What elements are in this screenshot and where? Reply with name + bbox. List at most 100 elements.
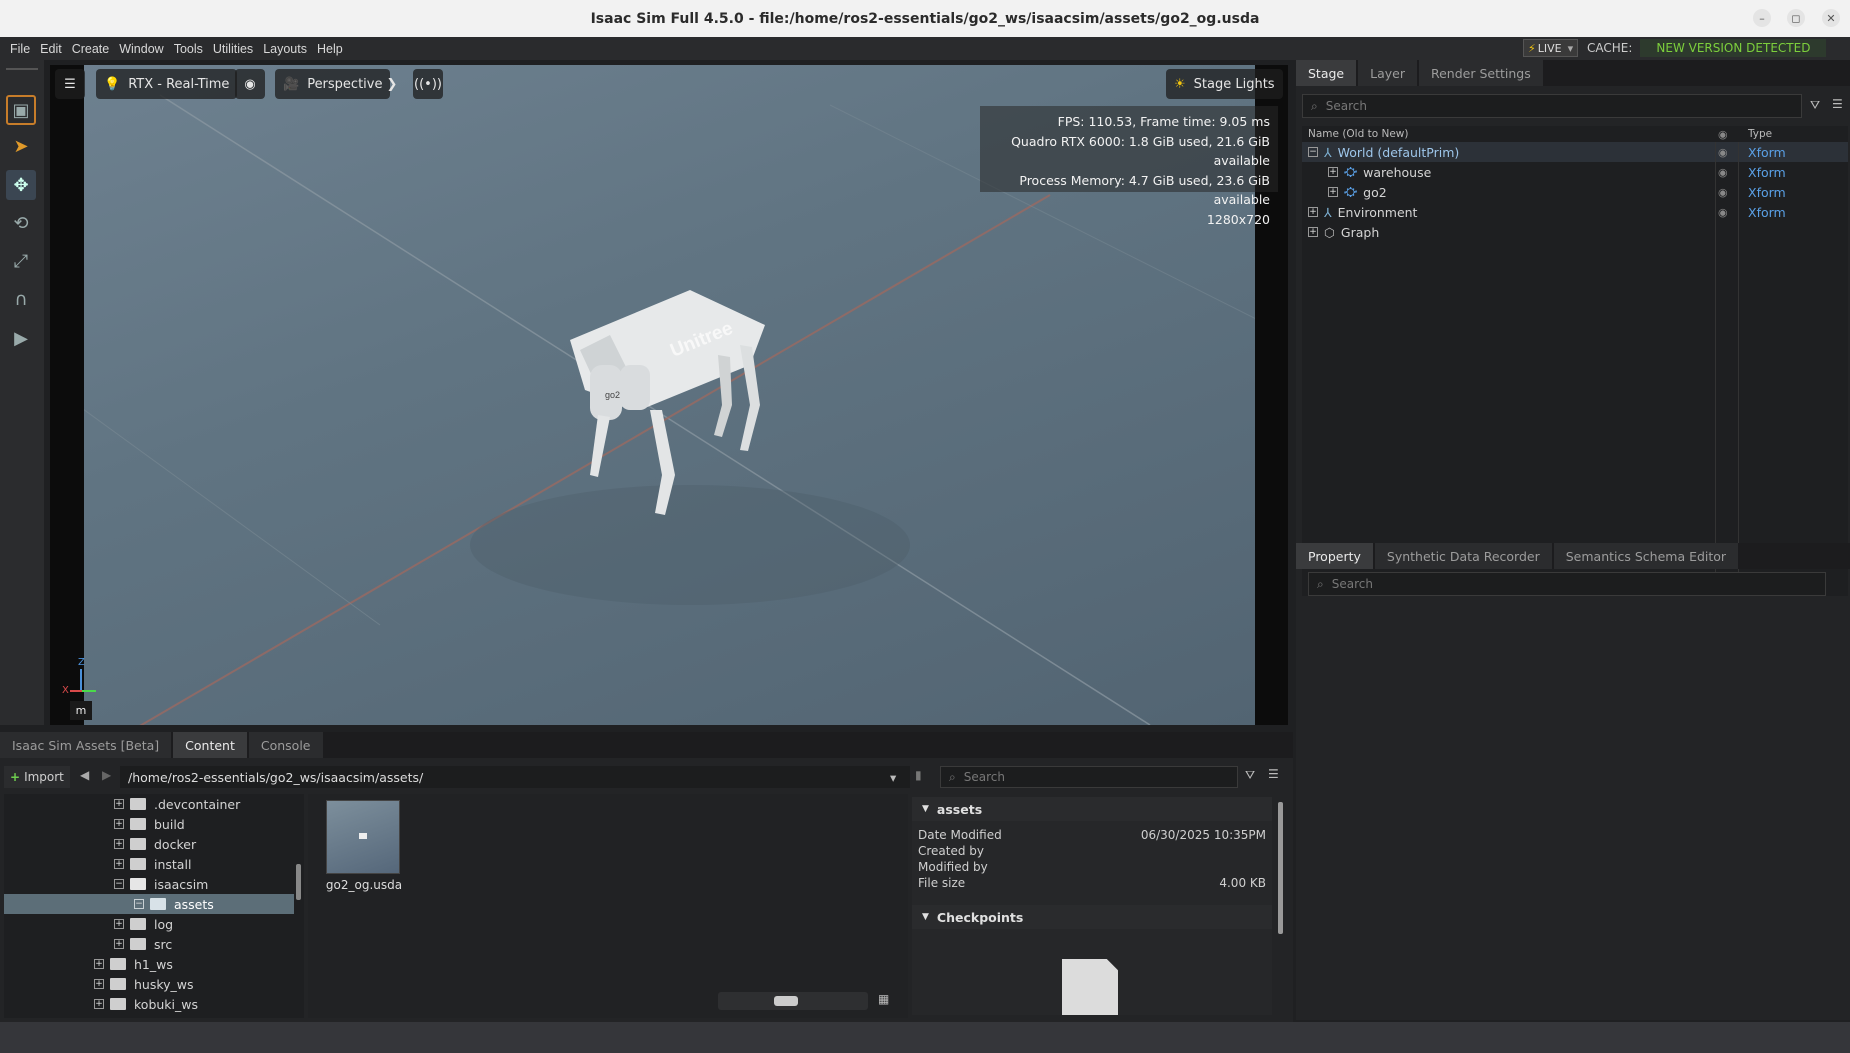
file-name-label[interactable]: go2_og.usda	[314, 878, 414, 892]
stage-lights-button[interactable]: ☀ Stage Lights	[1166, 69, 1283, 99]
content-search-input[interactable]: ⌕ Search	[940, 766, 1238, 788]
folder-item[interactable]: + docker	[4, 834, 304, 854]
close-button[interactable]: ✕	[1822, 9, 1840, 27]
menu-help[interactable]: Help	[312, 42, 348, 56]
collapse-icon[interactable]: −	[1308, 147, 1318, 157]
expand-icon[interactable]: +	[1308, 227, 1318, 237]
menu-create[interactable]: Create	[67, 42, 115, 56]
axis-z-label: Z	[78, 657, 85, 668]
menu-window[interactable]: Window	[114, 42, 168, 56]
play-icon[interactable]: ▶	[6, 323, 36, 353]
options-icon[interactable]: ☰	[1832, 97, 1843, 111]
cache-status-value[interactable]: NEW VERSION DETECTED	[1640, 39, 1827, 57]
expand-icon[interactable]: +	[114, 839, 124, 849]
tree-scrollbar[interactable]	[296, 864, 301, 900]
expand-icon[interactable]: +	[94, 979, 104, 989]
visibility-icon[interactable]: ◉	[1718, 206, 1728, 219]
expand-icon[interactable]: +	[1328, 187, 1338, 197]
folder-item[interactable]: + install	[4, 854, 304, 874]
collapse-icon[interactable]: −	[114, 879, 124, 889]
folder-item-selected[interactable]: − assets	[4, 894, 294, 914]
renderer-button[interactable]: 💡 RTX - Real-Time	[96, 69, 238, 99]
chevron-down-icon[interactable]: ▾	[1568, 42, 1574, 55]
folder-item[interactable]: + husky_ws	[4, 974, 304, 994]
expand-icon[interactable]: +	[114, 799, 124, 809]
stage-item-go2[interactable]: + ⛮ go2 ◉ Xform	[1302, 182, 1848, 202]
path-input[interactable]: /home/ros2-essentials/go2_ws/isaacsim/as…	[120, 766, 910, 788]
expand-icon[interactable]: +	[1308, 207, 1318, 217]
expand-icon[interactable]: +	[114, 919, 124, 929]
stage-item-environment[interactable]: + ⅄ Environment ◉ Xform	[1302, 202, 1848, 222]
tab-stage[interactable]: Stage	[1296, 60, 1357, 86]
snap-magnet-icon[interactable]: ∩	[6, 284, 36, 314]
forward-arrow-icon[interactable]: ▶	[102, 768, 111, 782]
viewport-settings-icon[interactable]: ☰	[55, 69, 85, 99]
stage-item-warehouse[interactable]: + ⛮ warehouse ◉ Xform	[1302, 162, 1848, 182]
filter-icon[interactable]: ⛛	[1245, 768, 1255, 783]
visibility-icon[interactable]: ◉	[1718, 166, 1728, 179]
folder-item[interactable]: + src	[4, 934, 304, 954]
expand-icon[interactable]: +	[1328, 167, 1338, 177]
chevron-right-icon[interactable]: ❯	[383, 69, 401, 99]
chevron-down-icon[interactable]: ▾	[890, 770, 896, 785]
maximize-button[interactable]: ◻	[1787, 9, 1805, 27]
grid-view-icon[interactable]: ▦	[878, 992, 889, 1006]
info-scrollbar[interactable]	[1278, 802, 1283, 934]
menu-file[interactable]: File	[5, 42, 35, 56]
menu-tools[interactable]: Tools	[169, 42, 208, 56]
expand-icon[interactable]: +	[114, 859, 124, 869]
eye-icon[interactable]: ◉	[235, 69, 265, 99]
expand-icon[interactable]: +	[94, 959, 104, 969]
select-mode-icon[interactable]: ▣	[6, 95, 36, 125]
minimize-button[interactable]: –	[1753, 9, 1771, 27]
tab-isaac-sim-assets[interactable]: Isaac Sim Assets [Beta]	[0, 732, 172, 758]
folder-item[interactable]: + log	[4, 914, 304, 934]
back-arrow-icon[interactable]: ◀	[80, 768, 89, 782]
bookmark-icon[interactable]: ▮	[915, 768, 922, 782]
robot-model-label: go2	[605, 390, 620, 400]
stage-search-input[interactable]: ⌕ Search	[1302, 94, 1802, 118]
live-toggle[interactable]: ⚡ LIVE ▾	[1523, 39, 1579, 57]
folder-item[interactable]: + .devcontainer	[4, 794, 304, 814]
tab-content[interactable]: Content	[173, 732, 247, 758]
stage-item-world[interactable]: − ⅄ World (defaultPrim) ◉ Xform	[1302, 142, 1848, 162]
options-icon[interactable]: ☰	[1268, 767, 1279, 781]
tab-render-settings[interactable]: Render Settings	[1418, 60, 1543, 86]
filter-icon[interactable]: ⛛	[1810, 98, 1820, 113]
visibility-icon[interactable]: ◉	[1718, 146, 1728, 159]
zoom-slider-handle[interactable]	[774, 996, 798, 1006]
stage-item-graph[interactable]: + ⬡ Graph	[1302, 222, 1848, 242]
checkpoints-header[interactable]: ▼ Checkpoints	[912, 905, 1272, 929]
folder-item[interactable]: + h1_ws	[4, 954, 304, 974]
viewport-toolbar: ▣ ➤ ✥ ⟲ ⤢ ∩ ▶	[0, 60, 44, 725]
tab-property[interactable]: Property	[1296, 543, 1373, 569]
move-icon[interactable]: ✥	[6, 170, 36, 200]
broadcast-icon[interactable]: ((•))	[413, 69, 443, 99]
file-thumbnail[interactable]	[326, 800, 400, 874]
tab-semantics-schema-editor[interactable]: Semantics Schema Editor	[1553, 543, 1739, 569]
collapse-icon[interactable]: −	[134, 899, 144, 909]
folder-item[interactable]: − isaacsim	[4, 874, 304, 894]
tab-console[interactable]: Console	[248, 732, 323, 758]
camera-button[interactable]: 🎥 Perspective	[275, 69, 391, 99]
tab-layer[interactable]: Layer	[1358, 60, 1417, 86]
folder-item[interactable]: + build	[4, 814, 304, 834]
tab-synthetic-data-recorder[interactable]: Synthetic Data Recorder	[1374, 543, 1552, 569]
expand-icon[interactable]: +	[94, 999, 104, 1009]
menu-edit[interactable]: Edit	[35, 42, 67, 56]
column-name-header[interactable]: Name (Old to New)	[1308, 128, 1408, 140]
menu-layouts[interactable]: Layouts	[258, 42, 312, 56]
menu-utilities[interactable]: Utilities	[208, 42, 258, 56]
info-folder-header[interactable]: ▼ assets	[912, 797, 1272, 821]
select-arrow-icon[interactable]: ➤	[6, 131, 36, 161]
import-button[interactable]: + Import	[4, 766, 70, 788]
expand-icon[interactable]: +	[114, 819, 124, 829]
zoom-slider[interactable]	[718, 992, 868, 1010]
rotate-icon[interactable]: ⟲	[6, 208, 36, 238]
property-search-input[interactable]: ⌕ Search	[1308, 572, 1826, 596]
expand-icon[interactable]: +	[114, 939, 124, 949]
scale-icon[interactable]: ⤢	[6, 246, 36, 276]
folder-item[interactable]: + kobuki_ws	[4, 994, 304, 1014]
column-type-header[interactable]: Type	[1748, 128, 1772, 140]
visibility-icon[interactable]: ◉	[1718, 186, 1728, 199]
